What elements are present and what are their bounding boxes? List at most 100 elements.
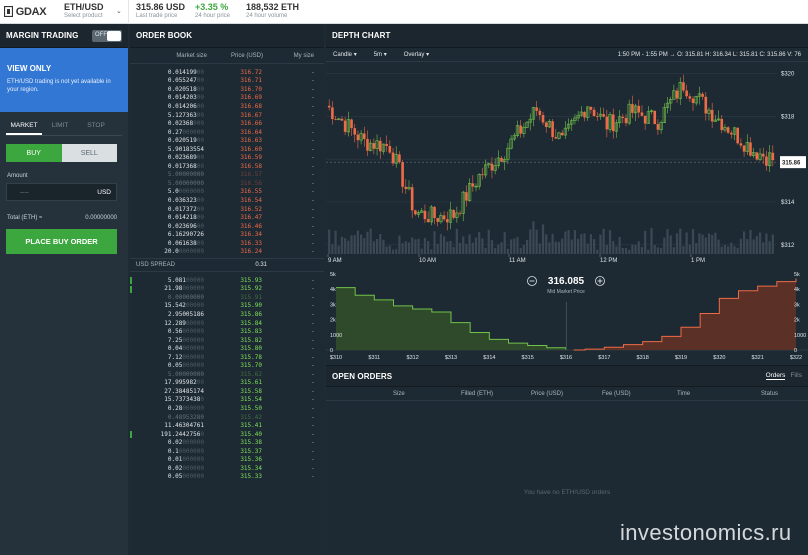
- zoom-out-icon[interactable]: [527, 276, 537, 286]
- buy-button[interactable]: BUY: [6, 144, 62, 162]
- ask-row[interactable]: 0.01421800 316.47 -: [130, 213, 324, 222]
- ask-row[interactable]: 0.01420300 316.69 -: [130, 94, 324, 103]
- bid-row[interactable]: 0.05000000 315.33 -: [130, 473, 324, 482]
- ask-row[interactable]: 0.02368000 316.66 -: [130, 119, 324, 128]
- volume-bar: [698, 233, 701, 254]
- ask-row[interactable]: 5.90183554 316.60 -: [130, 145, 324, 154]
- gdax-logo[interactable]: GDAX: [3, 5, 47, 18]
- ask-row[interactable]: 0.05524700 316.71 -: [130, 77, 324, 86]
- ask-row[interactable]: 5.12736300 316.67 -: [130, 111, 324, 120]
- volume-bar: [739, 238, 742, 254]
- tab-fills[interactable]: Fills: [790, 372, 802, 380]
- ask-row[interactable]: 0.03632300 316.54 -: [130, 196, 324, 205]
- bid-row[interactable]: 15.54200000 315.90 -: [130, 302, 324, 311]
- bid-row[interactable]: 17.99598200 315.61 -: [130, 379, 324, 388]
- bid-row[interactable]: 12.28900000 315.84 -: [130, 319, 324, 328]
- amount-input[interactable]: ---- USD: [6, 183, 117, 201]
- bid-row[interactable]: 0.48953280 315.42 -: [130, 413, 324, 422]
- ask-row[interactable]: 0.27000000 316.64 -: [130, 128, 324, 137]
- row-my-size: -: [311, 473, 314, 481]
- bid-row[interactable]: 0.28000000 315.50 -: [130, 404, 324, 413]
- size-padding: 00: [196, 85, 204, 93]
- chevron-down-icon[interactable]: ⌄: [116, 7, 122, 15]
- bid-row[interactable]: 191.24427560 315.40 -: [130, 430, 324, 439]
- ask-row[interactable]: 6.16290726 316.34 -: [130, 230, 324, 239]
- ask-row[interactable]: 0.06163800 316.33 -: [130, 239, 324, 248]
- row-size: 0.56000000: [130, 328, 204, 335]
- row-price: 316.64: [240, 128, 262, 136]
- bid-row[interactable]: 0.02000000 315.38 -: [130, 438, 324, 447]
- volume-bar: [529, 229, 532, 254]
- ask-row[interactable]: 20.00000000 316.24 -: [130, 247, 324, 256]
- interval-select[interactable]: 5m ▾: [374, 51, 387, 58]
- candle-body: [331, 107, 334, 120]
- candle-body: [423, 210, 427, 220]
- bid-row[interactable]: 7.25000000 315.82 -: [130, 336, 324, 345]
- candle-body: [761, 153, 765, 157]
- depth-y-tick-label: 1000: [330, 333, 342, 339]
- volume-bar: [577, 238, 580, 254]
- candlestick-chart[interactable]: $320$318$316$314$312315.869 AM10 AM11 AM…: [326, 62, 808, 262]
- chart-type-select[interactable]: Candle ▾: [333, 51, 357, 58]
- price-change-label: 24 hour price: [195, 13, 231, 19]
- tab-stop[interactable]: STOP: [78, 120, 114, 135]
- ask-row[interactable]: 0.02369600 316.46 -: [130, 222, 324, 231]
- row-my-size: -: [311, 248, 314, 256]
- tab-limit[interactable]: LIMIT: [42, 120, 78, 135]
- bid-row[interactable]: 0.02000000 315.34 -: [130, 464, 324, 473]
- toggle-knob: [107, 30, 121, 41]
- depth-x-tick-label: $312: [407, 355, 419, 361]
- volume-bar: [344, 238, 347, 254]
- bid-row[interactable]: 5.08100000 315.93 -: [130, 276, 324, 285]
- size-value: 5.081: [167, 276, 186, 284]
- sell-button[interactable]: SELL: [61, 144, 117, 162]
- top-bar: GDAX ETH/USD Select product ⌄ 315.86 USD…: [0, 0, 808, 24]
- row-my-size: -: [311, 447, 314, 455]
- ask-row[interactable]: 0.01420600 316.68 -: [130, 102, 324, 111]
- bid-row[interactable]: 5.00000000 315.62 -: [130, 370, 324, 379]
- row-price: 316.59: [240, 154, 262, 162]
- bid-row[interactable]: 15.73734380 315.54 -: [130, 396, 324, 405]
- bid-row[interactable]: 0.56000000 315.83 -: [130, 327, 324, 336]
- row-size: 0.04000000: [130, 345, 204, 352]
- row-size: 5.90183554: [130, 146, 204, 153]
- candle-body: [436, 218, 440, 222]
- tab-market[interactable]: MARKET: [6, 120, 42, 135]
- open-orders-title: OPEN ORDERS: [332, 371, 393, 381]
- volume-bar: [417, 238, 420, 254]
- volume-bar: [746, 238, 749, 254]
- volume-bar: [573, 230, 577, 254]
- ask-row[interactable]: 0.01419900 316.72 -: [130, 68, 324, 77]
- candle-body: [640, 112, 644, 116]
- bid-row[interactable]: 0.10000000 315.37 -: [130, 447, 324, 456]
- bid-row[interactable]: 0.05000000 315.70 -: [130, 362, 324, 371]
- depth-chart[interactable]: 5k 5k4k 4k3k 3k2k 2k1000 10000 0$310 $311 $312 $3…: [326, 262, 808, 365]
- ask-row[interactable]: 0.02368900 316.59 -: [130, 153, 324, 162]
- place-buy-order-button[interactable]: PLACE BUY ORDER: [6, 229, 117, 254]
- ask-row[interactable]: 5.00000000 316.55 -: [130, 188, 324, 197]
- ask-row[interactable]: 0.02051800 316.70 -: [130, 85, 324, 94]
- zoom-in-icon[interactable]: [595, 276, 605, 286]
- ask-row[interactable]: 0.01736800 316.58 -: [130, 162, 324, 171]
- bid-row[interactable]: 7.12000000 315.78 -: [130, 353, 324, 362]
- bid-row[interactable]: 11.46304761 315.41 -: [130, 421, 324, 430]
- volume-bar: [612, 240, 615, 254]
- ask-row[interactable]: 5.00000000 316.56 -: [130, 179, 324, 188]
- size-value: 0.014203: [167, 94, 197, 102]
- ask-row[interactable]: 0.02051900 316.63 -: [130, 136, 324, 145]
- product-selector[interactable]: ETH/USD Select product: [64, 3, 104, 21]
- volume-bar: [452, 247, 455, 254]
- bid-row[interactable]: 0.01000000 315.36 -: [130, 456, 324, 465]
- ask-row[interactable]: 5.00000000 316.57 -: [130, 171, 324, 180]
- size-value: 20.0: [164, 248, 179, 256]
- ask-row[interactable]: 0.01737200 316.52 -: [130, 205, 324, 214]
- bid-row[interactable]: 27.38485174 315.58 -: [130, 387, 324, 396]
- tab-orders[interactable]: Orders: [765, 372, 786, 380]
- overlay-select[interactable]: Overlay ▾: [404, 51, 429, 58]
- bid-row[interactable]: 0.00000000 315.91 -: [130, 293, 324, 302]
- bid-row[interactable]: 0.04000000 315.80 -: [130, 344, 324, 353]
- margin-toggle[interactable]: OFF: [92, 29, 122, 42]
- row-price: 315.84: [240, 319, 262, 327]
- bid-row[interactable]: 2.95005186 315.86 -: [130, 310, 324, 319]
- bid-row[interactable]: 21.98000000 315.92 -: [130, 285, 324, 294]
